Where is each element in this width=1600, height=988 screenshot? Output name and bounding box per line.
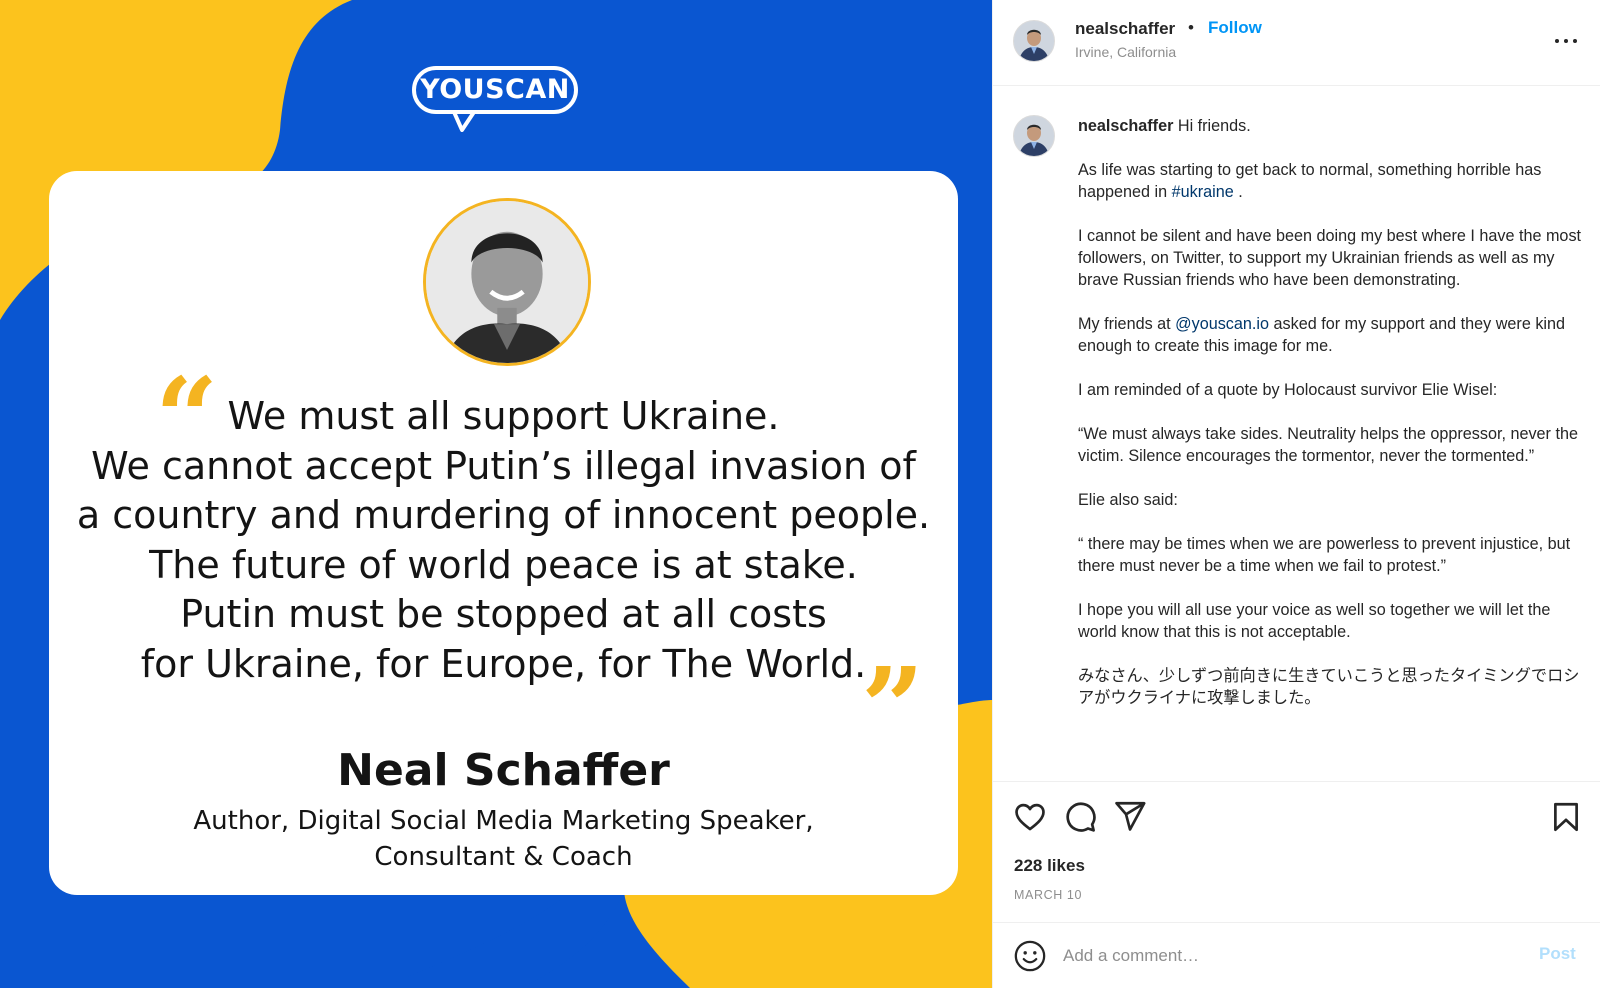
likes-count[interactable]: 228 likes <box>1014 856 1085 876</box>
post-image[interactable]: YOUSCAN “ We must all support Ukraine. W… <box>0 0 992 988</box>
quote-line: We cannot accept Putin’s illegal invasio… <box>91 443 916 488</box>
quote-line: Putin must be stopped at all costs <box>180 592 827 636</box>
quote-text: We must all support Ukraine. We cannot a… <box>49 392 958 689</box>
emoji-icon[interactable] <box>1013 939 1047 973</box>
follow-button[interactable]: Follow <box>1208 18 1262 38</box>
post-header: nealschaffer • Follow Irvine, California <box>993 0 1600 86</box>
youscan-logo: YOUSCAN <box>412 66 582 132</box>
caption-paragraph: Elie also said: <box>1078 491 1178 509</box>
logo-text: YOUSCAN <box>412 66 578 114</box>
caption-avatar[interactable] <box>1013 115 1055 157</box>
author-portrait <box>423 198 591 366</box>
author-avatar[interactable] <box>1013 20 1055 62</box>
caption-paragraph: “ there may be times when we are powerle… <box>1078 535 1571 575</box>
header-separator: • <box>1188 18 1194 37</box>
caption-paragraph: I cannot be silent and have been doing m… <box>1078 227 1582 289</box>
post-caption: nealschaffer Hi friends. As life was sta… <box>1078 115 1583 731</box>
author-role-line: Author, Digital Social Media Marketing S… <box>193 806 814 836</box>
mention-link[interactable]: @youscan.io <box>1175 315 1269 333</box>
author-role: Author, Digital Social Media Marketing S… <box>49 803 958 875</box>
more-horizontal-icon[interactable] <box>1553 26 1583 46</box>
caption-text: As life was starting to get back to norm… <box>1078 161 1542 201</box>
author-role-line: Consultant & Coach <box>374 842 633 872</box>
comment-bar: Post <box>993 922 1600 988</box>
comment-input[interactable] <box>1063 943 1523 969</box>
heart-icon[interactable] <box>1013 800 1047 834</box>
caption-text: . <box>1233 183 1243 201</box>
quote-card: “ We must all support Ukraine. We cannot… <box>49 171 958 895</box>
hashtag-link[interactable]: #ukraine <box>1172 183 1234 201</box>
caption-paragraph: “We must always take sides. Neutrality h… <box>1078 425 1578 465</box>
caption-paragraph: I am reminded of a quote by Holocaust su… <box>1078 381 1498 399</box>
caption-greeting: Hi friends. <box>1177 117 1251 135</box>
caption-paragraph: みなさん、少しずつ前向きに生きていこうと思ったタイミングでロシアがウクライナに攻… <box>1078 667 1580 707</box>
bookmark-icon[interactable] <box>1549 800 1583 834</box>
post-comment-button[interactable]: Post <box>1539 944 1576 964</box>
caption-paragraph: I hope you will all use your voice as we… <box>1078 601 1551 641</box>
post-location[interactable]: Irvine, California <box>1075 44 1176 60</box>
caption-username[interactable]: nealschaffer <box>1078 117 1173 135</box>
action-bar: 228 likes MARCH 10 <box>993 781 1600 921</box>
logo-speech-tail <box>452 110 476 132</box>
post-date[interactable]: MARCH 10 <box>1014 888 1082 902</box>
send-icon[interactable] <box>1113 799 1147 833</box>
header-username[interactable]: nealschaffer <box>1075 19 1175 39</box>
quote-line: a country and murdering of innocent peop… <box>76 493 931 537</box>
comment-icon[interactable] <box>1063 800 1097 834</box>
post-sidebar: nealschaffer • Follow Irvine, California… <box>992 0 1600 988</box>
quote-line: The future of world peace is at stake. <box>149 542 858 587</box>
caption-text: My friends at <box>1078 315 1176 333</box>
quote-line: for Ukraine, for Europe, for The World. <box>140 641 867 686</box>
quote-line: We must all support Ukraine. <box>227 394 780 438</box>
comments-scroll-area[interactable]: nealschaffer Hi friends. As life was sta… <box>993 87 1600 781</box>
author-name: Neal Schaffer <box>337 745 670 796</box>
